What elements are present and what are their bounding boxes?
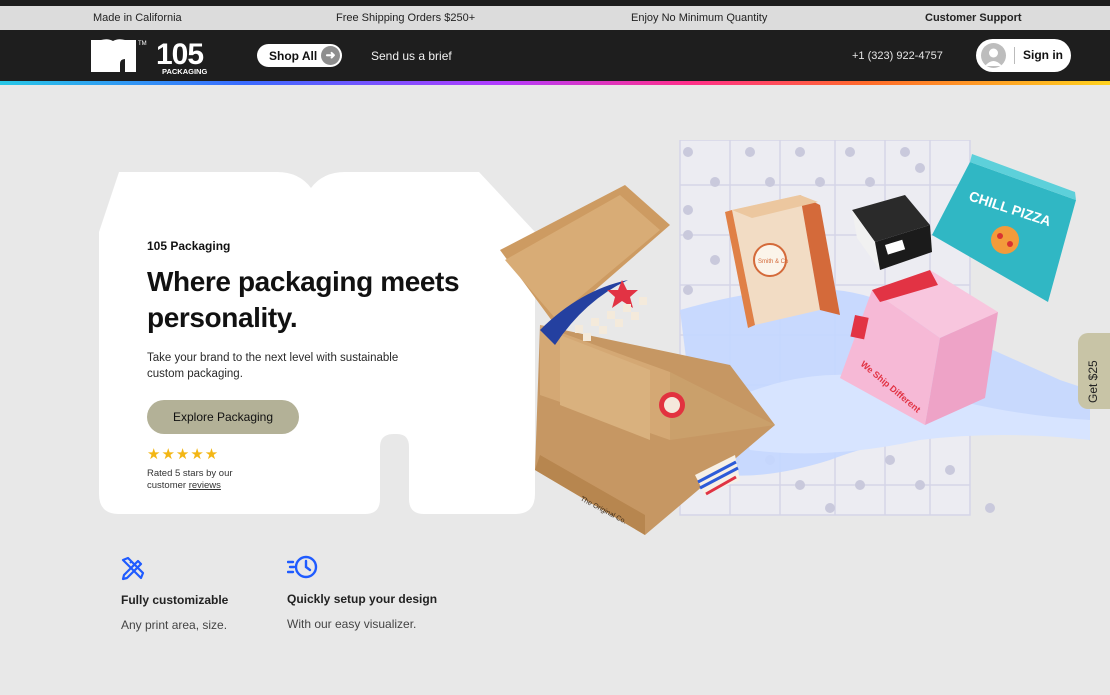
explore-packaging-button[interactable]: Explore Packaging xyxy=(147,400,299,434)
feature-title-customizable: Fully customizable xyxy=(121,593,229,607)
free-shipping-text: Free Shipping Orders $250+ xyxy=(336,12,476,24)
hero-eyebrow: 105 Packaging xyxy=(147,239,231,253)
rainbow-divider xyxy=(0,81,1110,85)
star-rating: ★★★★★ xyxy=(147,446,220,463)
made-in-california-text: Made in California xyxy=(93,12,182,24)
shop-all-button[interactable]: Shop All ➜ xyxy=(257,44,342,67)
get-25-tab[interactable]: Get $25 xyxy=(1078,333,1110,409)
send-brief-link[interactable]: Send us a brief xyxy=(371,49,452,63)
get-25-label: Get $25 xyxy=(1086,360,1100,403)
sign-in-label: Sign in xyxy=(1023,48,1063,62)
phone-number[interactable]: +1 (323) 922-4757 xyxy=(852,50,943,62)
fast-clock-icon xyxy=(287,555,318,579)
customer-support-link[interactable]: Customer Support xyxy=(925,12,1022,24)
hero-subtext: Take your brand to the next level with s… xyxy=(147,352,399,380)
hero-headline: Where packaging meets personality. xyxy=(147,266,460,333)
feature-title-quick-setup: Quickly setup your design xyxy=(287,592,438,606)
feature-desc-quick-setup: With our easy visualizer. xyxy=(287,617,417,631)
logo-tm: TM xyxy=(138,41,147,47)
user-avatar-icon xyxy=(981,43,1006,68)
reviews-link[interactable]: reviews xyxy=(189,480,221,491)
smith-text: Smith & Co xyxy=(758,259,789,265)
rating-text: Rated 5 stars by our customer reviews xyxy=(147,468,267,492)
site-logo[interactable]: TM 105 PACKAGING xyxy=(90,36,220,76)
sign-in-button[interactable]: Sign in xyxy=(976,39,1071,72)
arrow-right-icon: ➜ xyxy=(321,46,340,65)
sign-in-divider xyxy=(1014,47,1015,64)
logo-word: PACKAGING xyxy=(162,67,207,76)
pencil-ruler-icon xyxy=(121,556,145,581)
shop-all-label: Shop All xyxy=(269,48,318,63)
announcement-bar: Made in California Free Shipping Orders … xyxy=(0,6,1110,30)
hero-illustration: The Original Co. Smith & Co CHILL PIZZA … xyxy=(500,140,1090,535)
no-minimum-text: Enjoy No Minimum Quantity xyxy=(631,12,768,24)
feature-desc-customizable: Any print area, size. xyxy=(121,618,228,632)
